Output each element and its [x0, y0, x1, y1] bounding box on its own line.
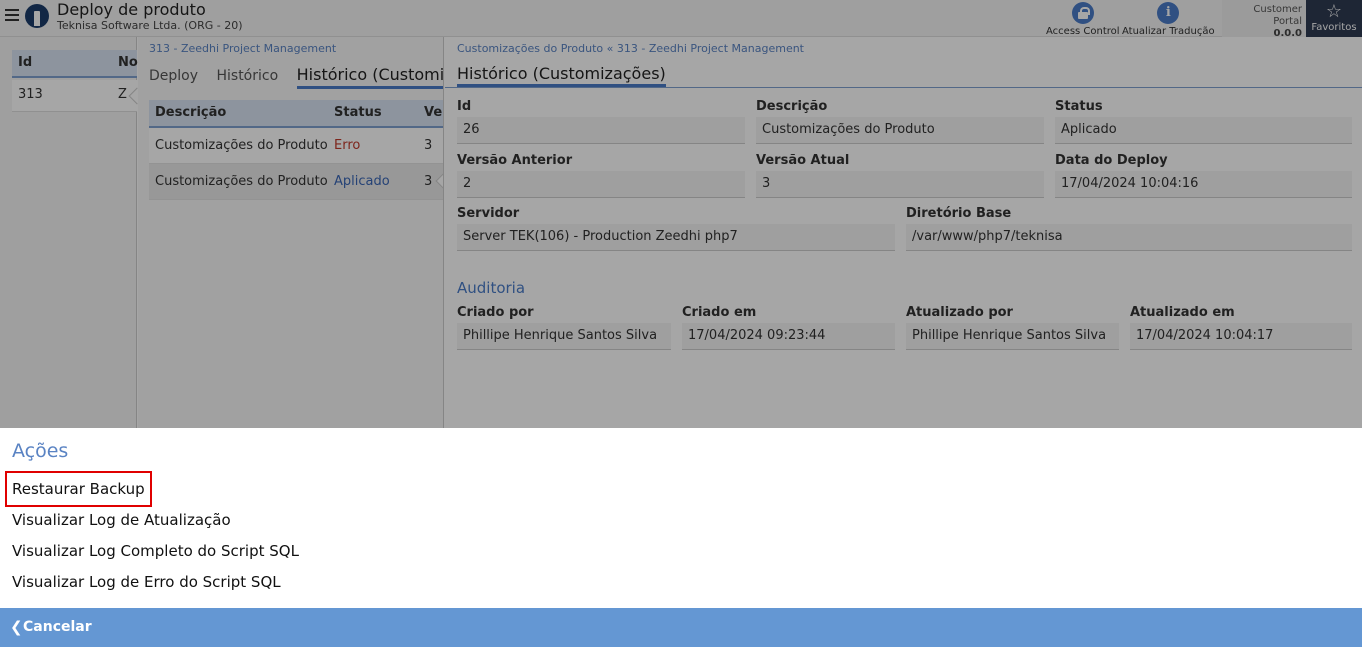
modal-backdrop[interactable]	[0, 0, 1362, 428]
action-restaurar-backup[interactable]: Restaurar Backup	[5, 471, 152, 507]
action-visualizar-log-erro-sql[interactable]: Visualizar Log de Erro do Script SQL	[12, 573, 281, 591]
actions-sheet-title: Ações	[12, 440, 69, 462]
cancel-label: Cancelar	[23, 619, 92, 635]
actions-sheet: Ações Restaurar Backup Visualizar Log de…	[0, 428, 1362, 608]
action-visualizar-log-atualizacao[interactable]: Visualizar Log de Atualização	[12, 511, 231, 529]
cancel-button[interactable]: ❮ Cancelar	[0, 608, 1362, 647]
chevron-left-icon: ❮	[10, 618, 23, 636]
action-visualizar-log-completo-sql[interactable]: Visualizar Log Completo do Script SQL	[12, 542, 299, 560]
